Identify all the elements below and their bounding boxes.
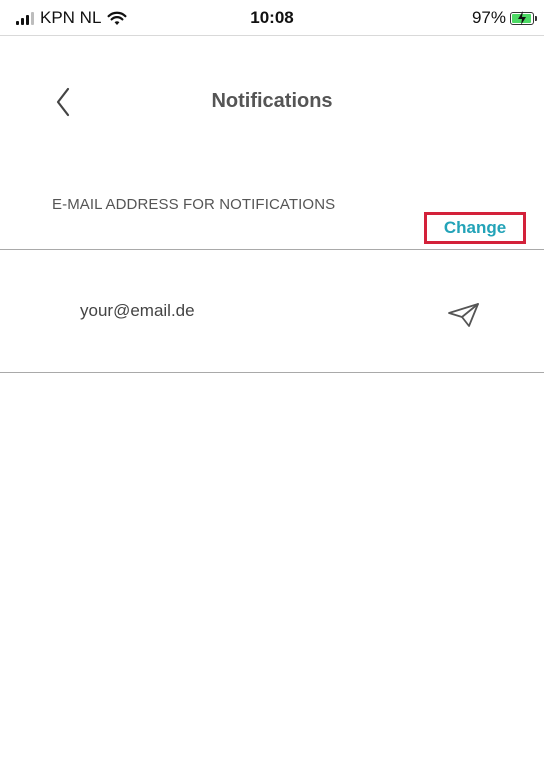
status-time: 10:08 bbox=[250, 8, 294, 27]
page-title: Notifications bbox=[211, 90, 333, 112]
battery-percent: 97% bbox=[471, 8, 506, 27]
status-bar: KPN NL 10:08 97% bbox=[0, 0, 544, 36]
divider bbox=[0, 249, 544, 250]
section-label: E-MAIL ADDRESS FOR NOTIFICATIONS bbox=[52, 196, 336, 213]
paper-plane-icon bbox=[447, 302, 481, 328]
email-value: your@email.de bbox=[80, 301, 195, 320]
battery-charging-icon bbox=[510, 10, 537, 25]
bolt-icon bbox=[518, 10, 526, 25]
divider bbox=[0, 372, 544, 373]
status-right: 97% bbox=[471, 8, 537, 28]
change-button[interactable]: Change bbox=[424, 212, 526, 244]
send-button[interactable] bbox=[444, 300, 484, 330]
